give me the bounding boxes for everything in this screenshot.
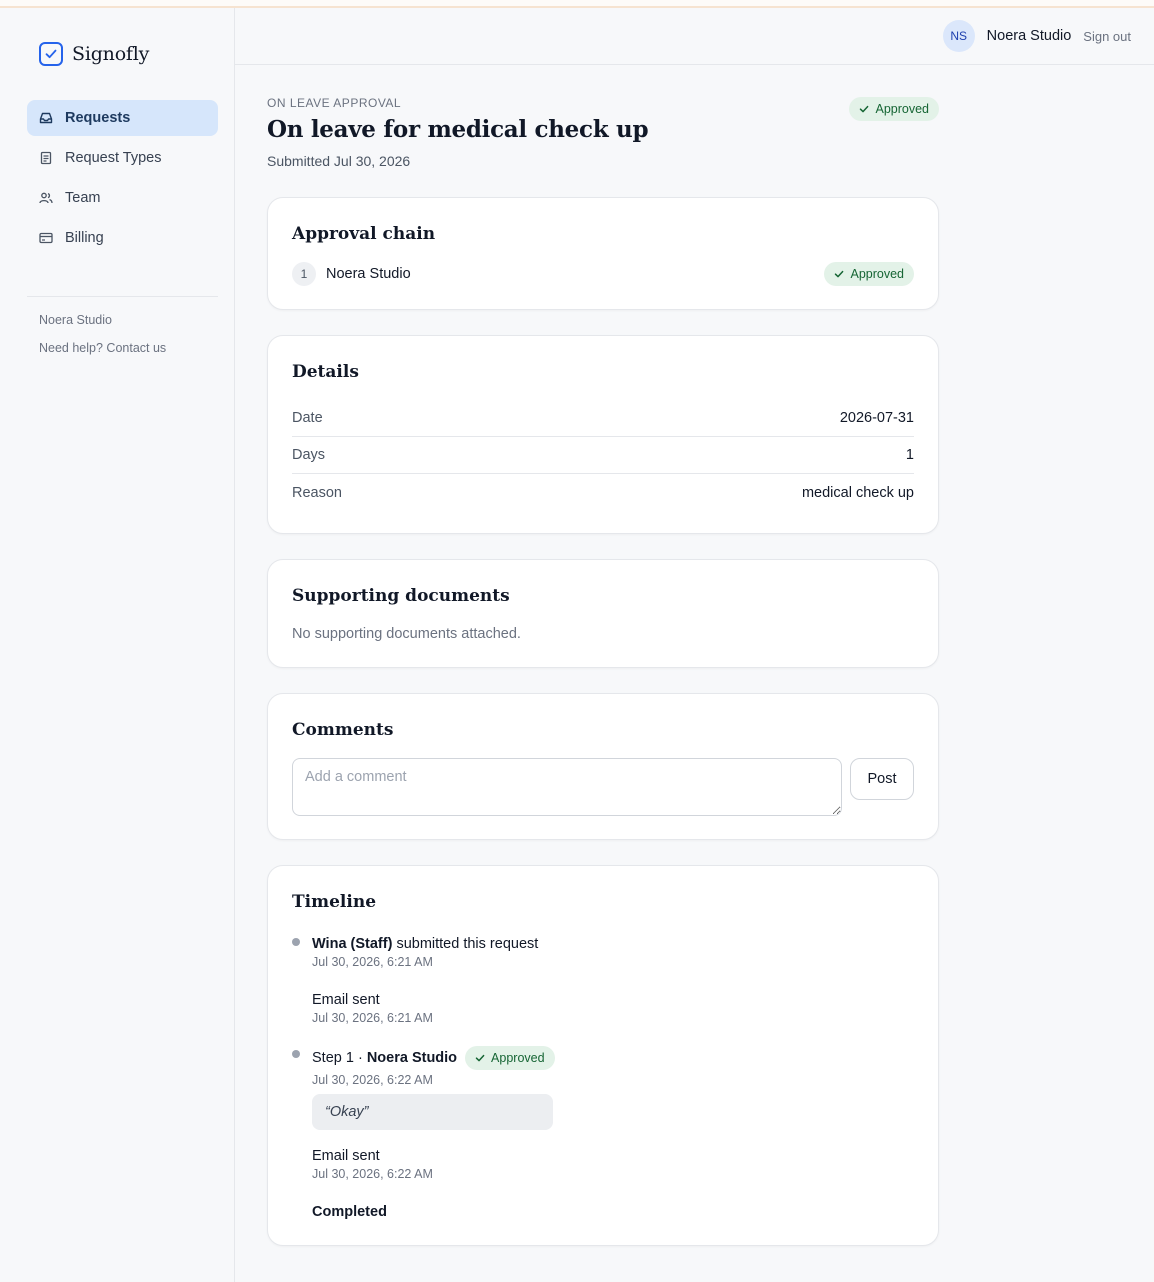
status-badge: Approved xyxy=(824,262,914,286)
sidebar-item-team[interactable]: Team xyxy=(27,180,218,216)
credit-card-icon xyxy=(39,231,53,245)
timeline-actor: Noera Studio xyxy=(366,1050,458,1066)
status-badge-label: Approved xyxy=(850,267,904,281)
request-type-label: On leave approval xyxy=(267,96,402,110)
details-card: Details Date 2026-07-31 Days 1 Reason me… xyxy=(267,335,939,534)
supporting-documents-card: Supporting documents No supporting docum… xyxy=(267,559,939,668)
detail-row-date: Date 2026-07-31 xyxy=(292,400,914,437)
timeline-time: Jul 30, 2026, 6:22 AM xyxy=(312,1167,433,1181)
supporting-documents-title: Supporting documents xyxy=(292,586,510,606)
user-name: Noera Studio xyxy=(986,28,1072,44)
comment-input[interactable] xyxy=(292,758,842,816)
timeline-title: Timeline xyxy=(292,892,377,912)
sidebar-org-name: Noera Studio xyxy=(39,313,112,327)
post-comment-button[interactable]: Post xyxy=(850,758,914,800)
timeline-event: Completed xyxy=(312,1204,387,1220)
avatar[interactable]: NS xyxy=(942,20,975,52)
sidebar-item-label: Request Types xyxy=(65,150,162,166)
timeline-event: Email sent Jul 30, 2026, 6:22 AM xyxy=(312,1148,433,1181)
detail-label: Days xyxy=(292,447,326,463)
timeline-time: Jul 30, 2026, 6:22 AM xyxy=(312,1073,433,1087)
sidebar: Signofly Requests Request Types Team Bil… xyxy=(0,8,235,1282)
approver-name: Noera Studio xyxy=(326,266,411,282)
inbox-icon xyxy=(39,111,53,125)
checkbox-logo-icon xyxy=(39,42,63,66)
comments-card: Comments Post xyxy=(267,693,939,840)
timeline-text: Completed xyxy=(312,1204,387,1220)
timeline-text: submitted this request xyxy=(392,936,539,952)
user-menu: NS Noera Studio Sign out xyxy=(942,20,1131,52)
document-icon xyxy=(39,151,53,165)
empty-documents-text: No supporting documents attached. xyxy=(292,626,521,642)
timeline-event: Step 1 · Noera Studio Approved Jul 30, 2… xyxy=(312,1046,555,1130)
timeline-actor: Wina (Staff) xyxy=(312,936,393,952)
detail-row-days: Days 1 xyxy=(292,437,914,474)
timeline-time: Jul 30, 2026, 6:21 AM xyxy=(312,1011,433,1025)
detail-label: Reason xyxy=(292,484,342,501)
status-badge-label: Approved xyxy=(491,1051,545,1065)
timeline-card: Timeline Wina (Staff) submitted this req… xyxy=(267,865,939,1246)
brand-logo[interactable]: Signofly xyxy=(39,42,149,66)
timeline-dot xyxy=(292,1050,300,1058)
detail-value: 2026-07-31 xyxy=(839,410,914,426)
detail-value: 1 xyxy=(905,447,914,463)
users-icon xyxy=(39,191,53,205)
step-number: 1 xyxy=(292,262,316,286)
check-icon xyxy=(859,104,869,114)
help-contact-link[interactable]: Need help? Contact us xyxy=(39,341,166,355)
brand-name: Signofly xyxy=(72,43,150,65)
page-title: On leave for medical check up xyxy=(267,116,649,143)
top-accent-stripe xyxy=(0,0,1154,8)
timeline-event: Wina (Staff) submitted this request Jul … xyxy=(312,936,538,969)
detail-label: Date xyxy=(292,410,323,426)
sidebar-divider xyxy=(27,296,218,297)
check-icon xyxy=(834,269,844,279)
sidebar-item-billing[interactable]: Billing xyxy=(27,220,218,256)
submitted-date: Submitted Jul 30, 2026 xyxy=(267,153,411,169)
timeline-dot xyxy=(292,938,300,946)
sidebar-item-label: Team xyxy=(65,190,101,206)
timeline-step-prefix: Step 1 · xyxy=(312,1050,367,1066)
comments-title: Comments xyxy=(292,720,394,740)
approval-chain-title: Approval chain xyxy=(292,224,436,244)
detail-value: medical check up xyxy=(801,484,914,501)
approval-comment-quote: “Okay” xyxy=(312,1094,553,1130)
timeline-event: Email sent Jul 30, 2026, 6:21 AM xyxy=(312,992,433,1025)
sidebar-item-requests[interactable]: Requests xyxy=(27,100,218,136)
sidebar-nav: Requests Request Types Team Billing xyxy=(27,100,218,260)
approval-chain-card: Approval chain 1 Noera Studio Approved xyxy=(267,197,939,310)
timeline-text: Email sent xyxy=(312,1148,380,1164)
sign-out-link[interactable]: Sign out xyxy=(1083,29,1131,44)
status-badge-label: Approved xyxy=(875,102,929,116)
details-title: Details xyxy=(292,362,359,382)
status-badge: Approved xyxy=(465,1046,555,1070)
check-icon xyxy=(475,1053,485,1063)
timeline-text: Email sent xyxy=(312,992,380,1008)
status-badge: Approved xyxy=(849,97,939,121)
sidebar-item-request-types[interactable]: Request Types xyxy=(27,140,218,176)
timeline-time: Jul 30, 2026, 6:21 AM xyxy=(312,955,433,969)
sidebar-item-label: Billing xyxy=(65,230,104,246)
topbar: NS Noera Studio Sign out xyxy=(235,8,1154,65)
approval-step-row: 1 Noera Studio Approved xyxy=(292,262,914,286)
sidebar-item-label: Requests xyxy=(65,110,131,126)
request-header: On leave approval On leave for medical c… xyxy=(267,96,939,169)
detail-row-reason: Reason medical check up xyxy=(292,474,914,511)
